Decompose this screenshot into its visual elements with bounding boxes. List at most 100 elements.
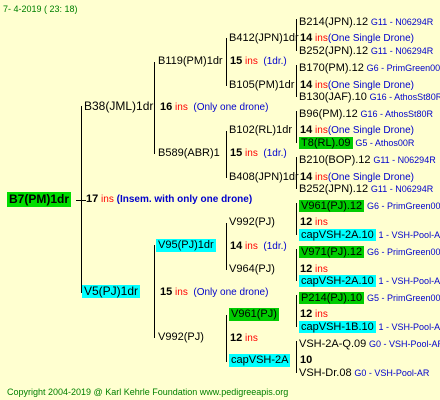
gen3-queen-6[interactable]: V964(PJ) [229,263,275,276]
gen4-row-11[interactable]: V971(PJ).12 G6 - PrimGreen00 [299,246,440,259]
gen3b-vline [226,131,227,178]
g4-vline-2 [296,65,297,97]
gen1-vline [81,106,82,293]
gen1-ins-1: ins [175,102,188,113]
gen3-info-5: 12 ins [300,216,328,229]
gen3-note-1: (One Single Drone) [327,33,414,44]
gen4-name-9: V961(PJ).12 [299,200,365,212]
gen2-note-3: (1dr.) [263,241,287,252]
gen3-num-6: 12 [300,263,313,275]
gen4-tag-12: 1 - VSH-Pool-AR [378,276,440,286]
gen4-tag-10: 1 - VSH-Pool-AR [378,230,440,240]
gen3-queen-7[interactable]: V961(PJ) [229,308,279,321]
gen3-ins-1: ins [315,33,328,44]
gen3-num-7: 12 [300,308,313,320]
gen4-name-14: capVSH-1B.10 [299,321,376,333]
gen1-num-1: 16 [160,101,173,113]
gen3d-vline [226,315,227,362]
gen4-row-14[interactable]: capVSH-1B.10 1 - VSH-Pool-AR [299,321,440,334]
gen2b-vline [154,245,155,338]
gen3-ins-3: ins [315,125,328,136]
gen4-name-2: B252(JPN).12 [299,45,369,57]
gen4-name-8: B252(JPN).12 [299,183,369,195]
gen1-queen-1[interactable]: B38(JML)1dr [84,100,153,113]
gen4-row-2[interactable]: B252(JPN).12 G11 - N06294R [299,45,433,58]
gen4-row-1[interactable]: B214(JPN).12 G11 - N06294R [299,16,433,29]
pedigree-canvas: 7- 4-2019 ( 23: 18) B7(PM)1dr 17 ins (In… [0,0,440,400]
gen2-queen-4[interactable]: V992(PJ) [158,331,204,344]
gen3-info-3: 14 ins(One Single Drone) [300,124,414,137]
gen4-row-4[interactable]: B130(JAF).10 G16 - AthosSt80R [299,91,440,104]
gen2-queen-1[interactable]: B119(PM)1dr [158,55,223,68]
gen3-info-1: 14 ins(One Single Drone) [300,32,414,45]
gen1-queen-2[interactable]: V5(PJ)1dr [82,285,141,298]
gen4-tag-16: G0 - VSH-Pool-AR [354,368,430,378]
g4-vline-1 [296,19,297,51]
gen4-row-7[interactable]: B210(BOP).12 G11 - N06294R [299,154,436,167]
gen3-num-1: 14 [300,32,313,44]
gen3-queen-4[interactable]: B408(JPN)1dr [229,171,299,184]
root-queen[interactable]: B7(PM)1dr [7,192,72,207]
gen4-tag-1: G11 - N06294R [370,17,434,27]
gen1-note-2: (Only one drone) [193,287,269,298]
gen4-name-7: B210(BOP).12 [299,154,371,166]
gen3-note-4: (One Single Drone) [327,172,414,183]
gen4-row-6[interactable]: T8(RL).09 G5 - Athos00R [299,137,414,150]
gen4-row-3[interactable]: B170(PM).12 G6 - PrimGreen00 [299,62,440,75]
g4-vline-8 [296,341,297,373]
gen4-name-10: capVSH-2A.10 [299,229,376,241]
gen4-name-3: B170(PM).12 [299,62,364,74]
gen3-queen-1[interactable]: B412(JPN)1dr [229,32,299,45]
date-stamp: 7- 4-2019 ( 23: 18) [3,4,78,14]
gen3-note-3: (One Single Drone) [327,125,414,136]
gen4-name-6: T8(RL).09 [299,137,353,149]
gen2-num-2: 15 [230,147,243,159]
gen2-info-2: 15 ins (1dr.) [230,147,287,160]
gen2-num-4: 12 [230,332,243,344]
gen4-tag-6: G5 - Athos00R [355,138,415,148]
gen2-queen-3[interactable]: V95(PJ)1dr [156,239,216,252]
gen4-row-15[interactable]: VSH-2A-Q.09 G0 - VSH-Pool-AR [299,338,440,351]
gen4-name-12: capVSH-2A.10 [299,275,376,287]
gen2-num-1: 15 [230,55,243,67]
root-ins: ins [101,194,114,205]
gen2-note-1: (1dr.) [263,56,287,67]
gen3-num-4: 14 [300,171,313,183]
gen2-ins-1: ins [245,56,258,67]
gen3-num-2: 14 [300,79,313,91]
gen4-row-10[interactable]: capVSH-2A.10 1 - VSH-Pool-AR [299,229,440,242]
gen4-tag-13: G5 - PrimGreen00 [366,293,440,303]
gen3-ins-4: ins [315,172,328,183]
gen4-row-16[interactable]: VSH-Dr.08 G0 - VSH-Pool-AR [299,367,429,380]
gen4-tag-4: G16 - AthosSt80R [369,92,440,102]
gen4-tag-5: G16 - AthosSt80R [360,109,434,119]
gen2-num-3: 14 [230,240,243,252]
g4-vline-6 [296,249,297,281]
gen3-queen-3[interactable]: B102(RL)1dr [229,124,292,137]
gen4-name-13: P214(PJ).10 [299,292,365,304]
gen4-row-5[interactable]: B96(PM).12 G16 - AthosSt80R [299,108,433,121]
gen4-name-5: B96(PM).12 [299,108,358,120]
gen3-queen-8[interactable]: capVSH-2A [229,354,291,367]
gen4-row-13[interactable]: P214(PJ).10 G5 - PrimGreen00 [299,292,440,305]
gen2a-vline [154,62,155,154]
gen4-row-8[interactable]: B252(JPN).12 G11 - N06294R [299,183,433,196]
gen4-tag-3: G6 - PrimGreen00 [366,63,440,73]
gen2-info-3: 14 ins (1dr.) [230,240,287,253]
gen3-info-7: 12 ins [300,308,328,321]
gen3-queen-2[interactable]: B105(PM)1dr [229,79,294,92]
gen4-row-9[interactable]: V961(PJ).12 G6 - PrimGreen00 [299,200,440,213]
gen3-queen-5[interactable]: V992(PJ) [229,216,275,229]
gen3-ins-2: ins [315,80,328,91]
root-info: 17 ins (Insem. with only one drone) [86,193,252,206]
gen4-row-12[interactable]: capVSH-2A.10 1 - VSH-Pool-AR [299,275,440,288]
gen4-name-16: VSH-Dr.08 [299,367,352,379]
gen1-note-1: (Only one drone) [193,102,269,113]
g4-vline-7 [296,295,297,327]
gen3-num-8: 10 [300,354,313,366]
gen2-info-1: 15 ins (1dr.) [230,55,287,68]
gen4-tag-9: G6 - PrimGreen00 [366,201,440,211]
gen2-ins-3: ins [245,241,258,252]
gen2-queen-2[interactable]: B589(ABR)1 [158,147,220,160]
gen4-tag-2: G11 - N06294R [370,46,434,56]
